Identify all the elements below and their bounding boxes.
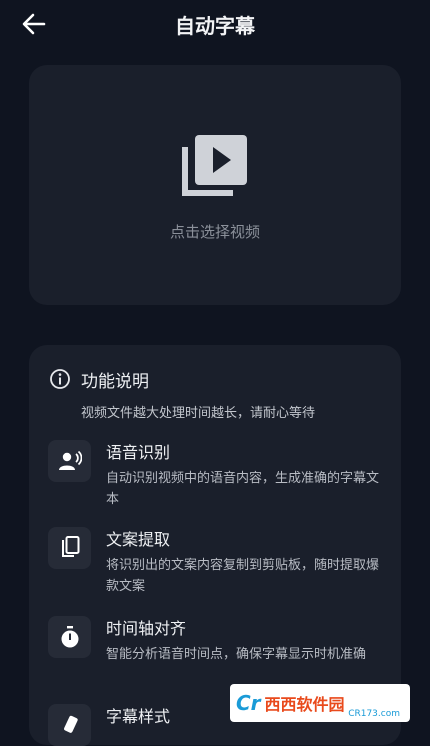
copy-icon bbox=[48, 527, 91, 569]
voice-recognition-icon bbox=[48, 440, 91, 482]
feature-title: 时间轴对齐 bbox=[106, 619, 187, 638]
style-icon bbox=[48, 704, 91, 746]
feature-description: 智能分析语音时间点，确保字幕显示时机准确 bbox=[106, 647, 367, 662]
feature-title: 语音识别 bbox=[106, 443, 171, 462]
select-video-area[interactable]: 点击选择视频 bbox=[29, 65, 401, 305]
feature-title: 字幕样式 bbox=[106, 707, 171, 726]
watermark-logo-mark: Cr bbox=[236, 691, 261, 715]
watermark-brand: 西西软件园 bbox=[264, 695, 345, 714]
watermark-logo: Cr 西西软件园 CR173.com bbox=[230, 684, 410, 722]
select-video-label: 点击选择视频 bbox=[169, 223, 260, 241]
top-bar: 自动字幕 bbox=[0, 0, 430, 50]
video-library-icon bbox=[182, 135, 247, 196]
timer-icon bbox=[48, 616, 91, 658]
feature-description: 将识别出的文案内容复制到剪贴板，随时提取爆款文案 bbox=[106, 558, 380, 594]
feature-description: 自动识别视频中的语音内容，生成准确的字幕文本 bbox=[106, 471, 380, 507]
info-title: 功能说明 bbox=[81, 372, 149, 392]
info-subtitle: 视频文件越大处理时间越长，请耐心等待 bbox=[81, 406, 316, 421]
info-icon bbox=[50, 369, 70, 389]
watermark-url: CR173.com bbox=[348, 709, 400, 719]
feature-title: 文案提取 bbox=[106, 530, 171, 549]
page-title: 自动字幕 bbox=[175, 14, 255, 38]
